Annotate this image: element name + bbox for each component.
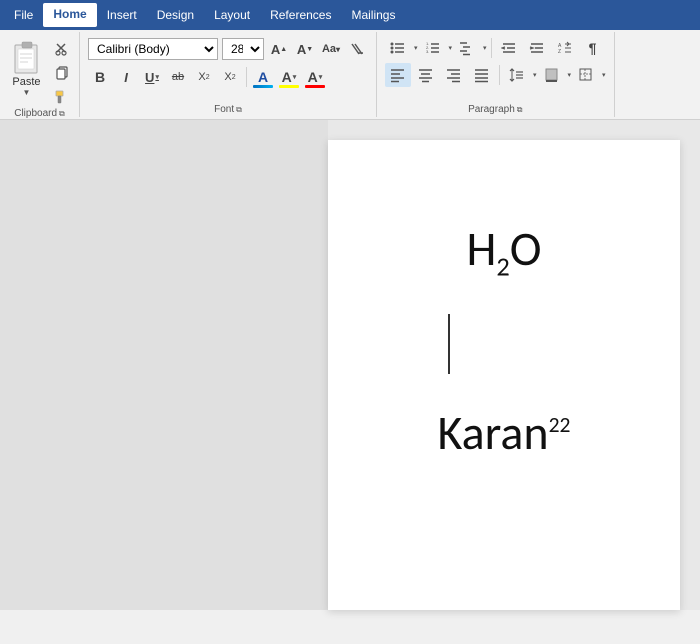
shrink-font-button[interactable]: A▼ — [294, 38, 316, 60]
borders-button[interactable] — [573, 63, 599, 87]
bullets-button[interactable] — [385, 36, 411, 60]
menu-home[interactable]: Home — [43, 3, 96, 27]
divider — [246, 67, 247, 87]
shading-button[interactable] — [539, 63, 565, 87]
underline-dropdown[interactable]: ▾ — [155, 73, 159, 81]
menu-file[interactable]: File — [4, 4, 43, 26]
divider2 — [491, 38, 492, 58]
font-name-select[interactable]: Calibri (Body) — [88, 38, 218, 60]
paragraph-group: ▾ 1. 2. 3. ▾ — [377, 32, 615, 117]
format-painter-button[interactable] — [51, 86, 73, 108]
karan-text: Karan22 — [438, 404, 571, 462]
underline-button[interactable]: U ▾ — [140, 65, 164, 89]
highlight-dropdown[interactable]: ▾ — [293, 73, 297, 81]
clipboard-content: Paste ▼ — [7, 36, 73, 108]
paragraph-dialog-icon[interactable]: ⧉ — [517, 105, 523, 115]
paste-button[interactable]: Paste ▼ — [7, 36, 47, 99]
paragraph-label: Paragraph ⧉ — [468, 104, 522, 115]
bullets-dropdown[interactable]: ▾ — [414, 44, 418, 52]
increase-indent-button[interactable] — [524, 36, 550, 60]
clipboard-small-buttons — [51, 36, 73, 108]
line-spacing-dropdown[interactable]: ▾ — [533, 71, 537, 79]
sort-button[interactable]: A Z — [552, 36, 578, 60]
svg-text:3.: 3. — [426, 49, 429, 54]
document-content: H2O Karan22 — [388, 220, 620, 462]
paragraph-row2: ▾ ▾ ▾ — [385, 63, 606, 87]
menu-design[interactable]: Design — [147, 4, 204, 26]
clipboard-group: Paste ▼ — [0, 32, 80, 117]
align-center-button[interactable] — [413, 63, 439, 87]
ribbon-container: File Home Insert Design Layout Reference… — [0, 0, 700, 120]
numbering-dropdown[interactable]: ▾ — [449, 44, 453, 52]
divider3 — [499, 65, 500, 85]
align-right-button[interactable] — [441, 63, 467, 87]
paste-icon — [11, 38, 43, 76]
menu-layout[interactable]: Layout — [204, 4, 260, 26]
strikethrough-button[interactable]: ab — [166, 65, 190, 89]
clipboard-dialog-icon[interactable]: ⧉ — [59, 109, 65, 119]
borders-dropdown[interactable]: ▾ — [602, 71, 606, 79]
menu-insert[interactable]: Insert — [97, 4, 147, 26]
paragraph-row1: ▾ 1. 2. 3. ▾ — [385, 36, 606, 60]
clipboard-label: Clipboard ⧉ — [14, 108, 65, 119]
grow-font-button[interactable]: A▲ — [268, 38, 290, 60]
show-formatting-button[interactable]: ¶ — [580, 36, 606, 60]
multilevel-list-button[interactable] — [454, 36, 480, 60]
menu-mailings[interactable]: Mailings — [341, 4, 405, 26]
text-effect-color-bar — [253, 85, 273, 88]
document-page[interactable]: H2O Karan22 — [328, 140, 680, 610]
ribbon-body: Paste ▼ — [0, 30, 700, 120]
h2o-text: H2O — [466, 220, 541, 284]
left-panel — [0, 120, 328, 610]
italic-button[interactable]: I — [114, 65, 138, 89]
line-spacing-button[interactable] — [504, 63, 530, 87]
bold-button[interactable]: B — [88, 65, 112, 89]
font-label: Font ⧉ — [214, 104, 242, 115]
superscript-button[interactable]: X2 — [218, 65, 242, 89]
text-cursor — [448, 314, 450, 374]
font-color-dropdown[interactable]: ▾ — [319, 73, 323, 81]
multilevel-dropdown[interactable]: ▾ — [483, 44, 487, 52]
change-case-button[interactable]: Aa▾ — [320, 38, 342, 60]
svg-text:Z: Z — [558, 49, 561, 55]
decrease-indent-button[interactable] — [496, 36, 522, 60]
clear-formatting-button[interactable] — [346, 38, 368, 60]
font-selector-row: Calibri (Body) 28 A▲ A▼ Aa▾ — [88, 36, 368, 62]
font-dialog-icon[interactable]: ⧉ — [236, 105, 242, 115]
numbering-button[interactable]: 1. 2. 3. — [420, 36, 446, 60]
highlight-button[interactable]: A ▾ — [277, 65, 301, 89]
font-color-button[interactable]: A ▾ — [303, 65, 327, 89]
paste-label: Paste — [12, 76, 40, 88]
align-left-button[interactable] — [385, 63, 411, 87]
cut-button[interactable] — [51, 38, 73, 60]
font-group: Calibri (Body) 28 A▲ A▼ Aa▾ — [80, 32, 377, 117]
font-format-row: B I U ▾ ab X2 X2 A A — [88, 65, 368, 89]
subscript-button[interactable]: X2 — [192, 65, 216, 89]
text-effect-button[interactable]: A — [251, 65, 275, 89]
font-size-select[interactable]: 28 — [222, 38, 264, 60]
copy-button[interactable] — [51, 62, 73, 84]
justify-button[interactable] — [469, 63, 495, 87]
menu-references[interactable]: References — [260, 4, 341, 26]
document-area: H2O Karan22 — [0, 120, 700, 610]
shading-dropdown[interactable]: ▾ — [568, 71, 572, 79]
menu-bar: File Home Insert Design Layout Reference… — [0, 0, 700, 30]
font-color-bar — [305, 85, 325, 88]
paste-dropdown-arrow[interactable]: ▼ — [23, 88, 31, 97]
highlight-color-bar — [279, 85, 299, 88]
